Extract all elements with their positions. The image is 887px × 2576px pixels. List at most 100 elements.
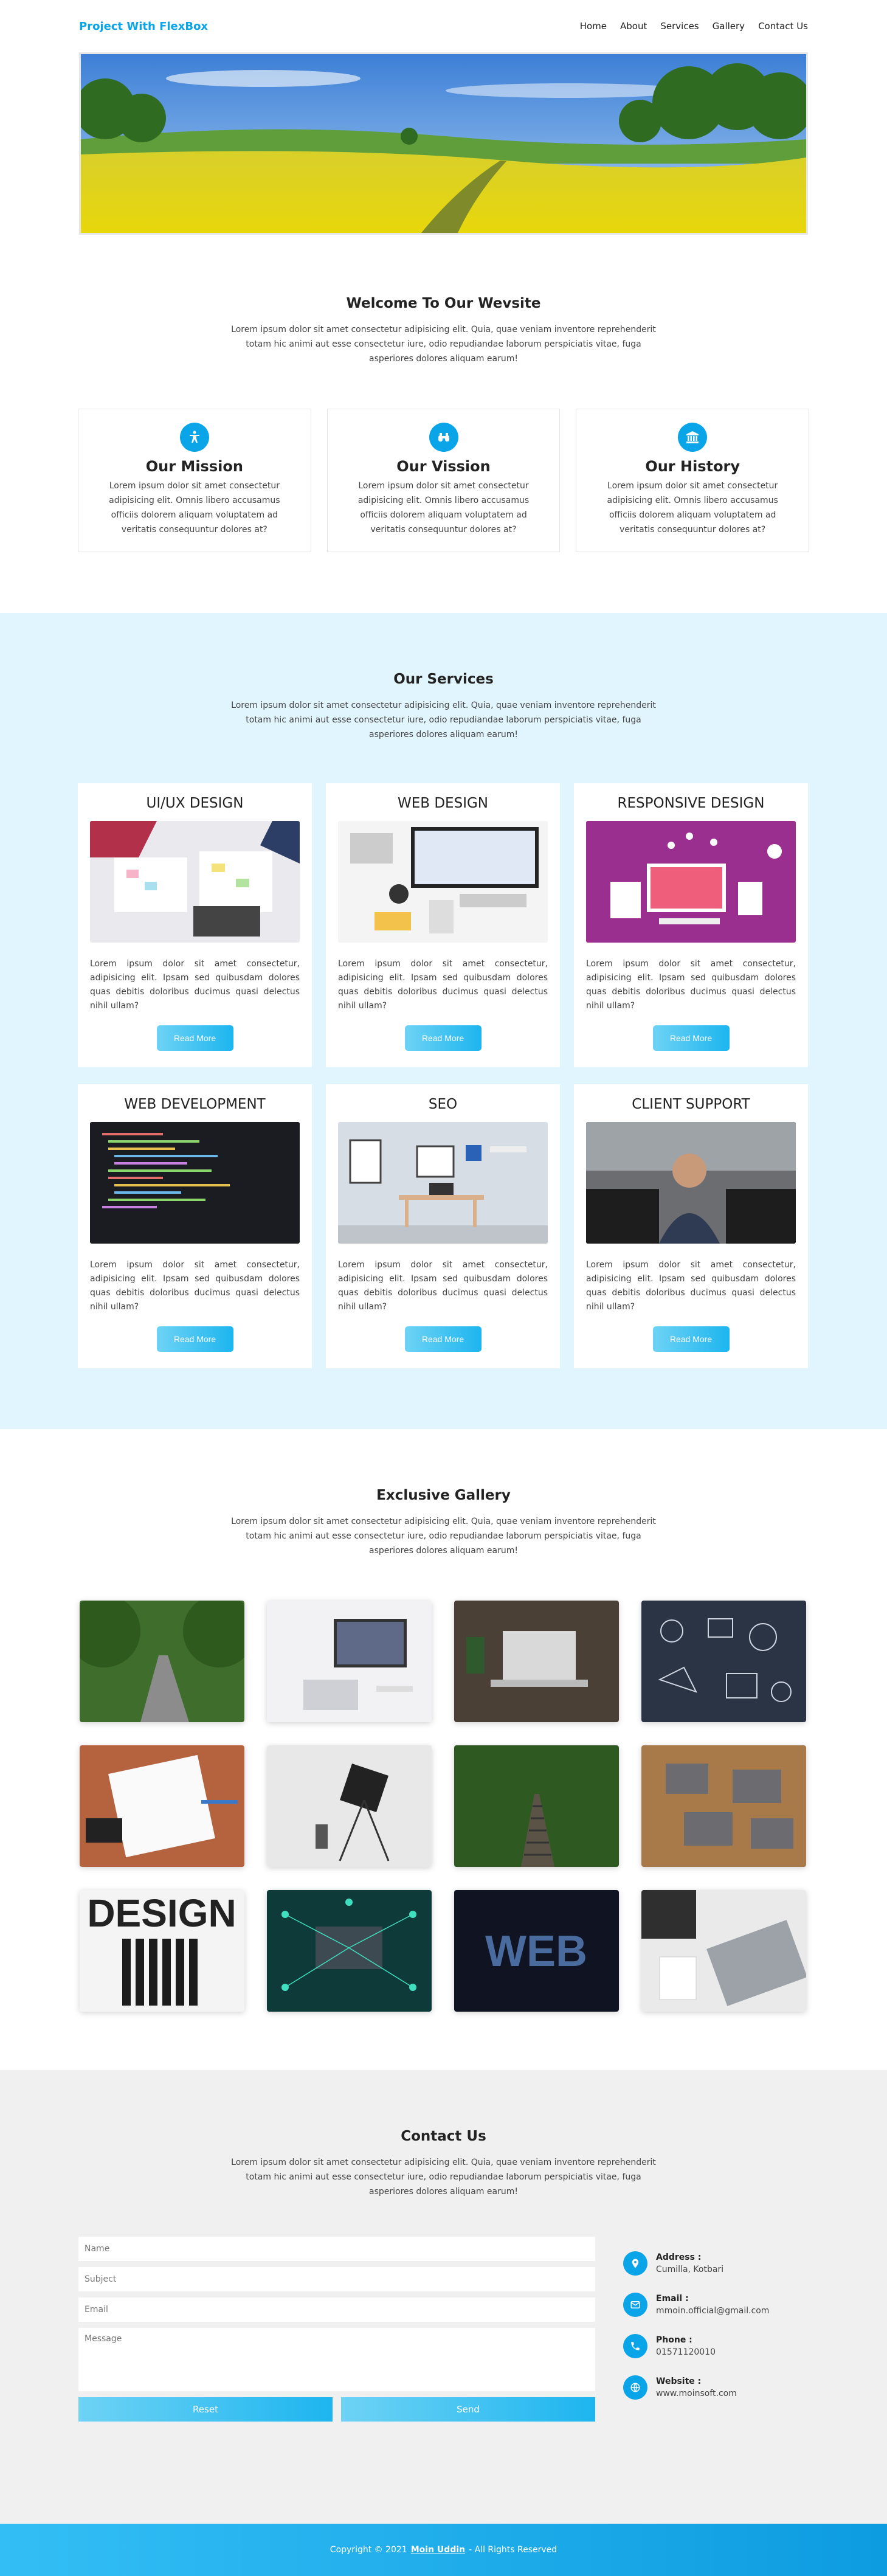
info-value[interactable]: 01571120010 — [656, 2347, 716, 2357]
gallery-image-web-text[interactable]: WEB — [454, 1890, 619, 2012]
brand-logo[interactable]: Project With FlexBox — [79, 20, 208, 33]
gallery-image-network[interactable] — [267, 1890, 432, 2012]
service-image-support — [586, 1122, 796, 1244]
info-website: Website : www.moinsoft.com — [623, 2367, 769, 2408]
gallery-image-sketchbook[interactable] — [80, 1745, 244, 1867]
info-value[interactable]: mmoin.official@gmail.com — [656, 2306, 769, 2316]
service-text: Lorem ipsum dolor sit amet consectetur, … — [90, 1260, 300, 1312]
nav-about[interactable]: About — [620, 21, 647, 32]
contact-form: Name Subject Email Message Reset Send — [78, 2237, 595, 2422]
info-label: Address : — [656, 2252, 702, 2262]
contact-text: Lorem ipsum dolor sit amet consectetur a… — [231, 2158, 656, 2197]
mission-card: Our Mission Lorem ipsum dolor sit amet c… — [78, 409, 311, 552]
info-label: Email : — [656, 2294, 689, 2304]
envelope-icon — [623, 2293, 647, 2317]
phone-icon — [623, 2334, 647, 2358]
info-value: Cumilla, Kotbari — [656, 2265, 724, 2274]
gallery-grid: DESIGN WEB — [0, 1601, 887, 2012]
nav-home[interactable]: Home — [580, 21, 607, 32]
vission-title: Our Vission — [396, 458, 491, 475]
copyright-prefix: Copyright © 2021 — [330, 2545, 407, 2555]
vission-text: Lorem ipsum dolor sit amet consectetur a… — [357, 481, 530, 535]
gallery-image-railway[interactable] — [454, 1745, 619, 1867]
history-card: Our History Lorem ipsum dolor sit amet c… — [576, 409, 810, 552]
info-value[interactable]: www.moinsoft.com — [656, 2389, 737, 2398]
gallery-section: Exclusive Gallery Lorem ipsum dolor sit … — [0, 1429, 887, 2070]
site-header: Project With FlexBox Home About Services… — [0, 0, 887, 52]
read-more-button[interactable]: Read More — [156, 1326, 233, 1352]
banner-image — [79, 52, 808, 235]
contact-section: Contact Us Lorem ipsum dolor sit amet co… — [0, 2070, 887, 2524]
vission-card: Our Vission Lorem ipsum dolor sit amet c… — [326, 409, 561, 552]
welcome-section: Welcome To Our Wevsite Lorem ipsum dolor… — [0, 235, 887, 552]
service-image-web-design — [338, 821, 548, 943]
nav-contact[interactable]: Contact Us — [758, 21, 808, 32]
gallery-image-design-pencils[interactable]: DESIGN — [80, 1890, 244, 2012]
service-title: CLIENT SUPPORT — [632, 1096, 750, 1112]
services-section: Our Services Lorem ipsum dolor sit amet … — [0, 613, 887, 1429]
service-image-web-dev — [90, 1122, 300, 1244]
author-link[interactable]: Moin Uddin — [411, 2545, 465, 2555]
gallery-image-team-laptops[interactable] — [641, 1745, 806, 1867]
about-cards: Our Mission Lorem ipsum dolor sit amet c… — [0, 409, 887, 552]
web-word-text: WEB — [485, 1927, 587, 1976]
read-more-button[interactable]: Read More — [156, 1025, 233, 1051]
service-title: SEO — [428, 1096, 458, 1112]
copyright-suffix: - All Rights Reserved — [469, 2545, 557, 2555]
subject-input[interactable]: Subject — [78, 2267, 595, 2291]
gallery-image-studio[interactable] — [267, 1745, 432, 1867]
welcome-text: Lorem ipsum dolor sit amet consectetur a… — [231, 325, 656, 364]
nav-gallery[interactable]: Gallery — [713, 21, 745, 32]
info-phone: Phone : 01571120010 — [623, 2325, 769, 2367]
service-image-uiux — [90, 821, 300, 943]
service-card-web-dev: WEB DEVELOPMENT Lorem ipsum dolor sit am… — [78, 1084, 312, 1368]
name-input[interactable]: Name — [78, 2237, 595, 2261]
service-card-uiux: UI/UX DESIGN Lorem ipsum dolor sit amet … — [78, 783, 312, 1067]
gallery-image-workspace[interactable] — [267, 1601, 432, 1722]
service-title: RESPONSIVE DESIGN — [617, 795, 765, 811]
service-text: Lorem ipsum dolor sit amet consectetur, … — [338, 1260, 548, 1312]
gallery-image-road[interactable] — [80, 1601, 244, 1722]
service-text: Lorem ipsum dolor sit amet consectetur, … — [338, 959, 548, 1011]
globe-icon — [623, 2375, 647, 2400]
gallery-title: Exclusive Gallery — [376, 1487, 511, 1503]
info-label: Phone : — [656, 2335, 692, 2345]
history-title: Our History — [645, 458, 740, 475]
service-text: Lorem ipsum dolor sit amet consectetur, … — [586, 959, 796, 1011]
binoculars-icon — [429, 423, 458, 452]
read-more-button[interactable]: Read More — [404, 1326, 481, 1352]
institution-icon — [678, 423, 708, 452]
welcome-title: Welcome To Our Wevsite — [346, 296, 541, 311]
gallery-image-laptop-desk[interactable] — [454, 1601, 619, 1722]
location-pin-icon — [623, 2251, 647, 2276]
service-card-seo: SEO Lorem ipsum dolor sit amet consectet… — [326, 1084, 560, 1368]
services-text: Lorem ipsum dolor sit amet consectetur a… — [231, 701, 656, 739]
site-footer: Copyright © 2021 Moin Uddin - All Rights… — [0, 2524, 887, 2576]
info-label: Website : — [656, 2377, 702, 2386]
service-text: Lorem ipsum dolor sit amet consectetur, … — [586, 1260, 796, 1312]
mission-title: Our Mission — [145, 458, 243, 475]
service-title: WEB DESIGN — [397, 795, 489, 811]
read-more-button[interactable]: Read More — [652, 1326, 730, 1352]
read-more-button[interactable]: Read More — [404, 1025, 481, 1051]
send-button[interactable]: Send — [341, 2397, 595, 2422]
service-text: Lorem ipsum dolor sit amet consectetur, … — [90, 959, 300, 1011]
nav-services[interactable]: Services — [660, 21, 699, 32]
accessibility-icon — [179, 423, 209, 452]
service-card-responsive: RESPONSIVE DESIGN Lorem ipsum dolor sit … — [574, 783, 808, 1067]
contact-info: Address : Cumilla, Kotbari Email : mmoin… — [623, 2243, 769, 2422]
mission-text: Lorem ipsum dolor sit amet consectetur a… — [109, 481, 280, 535]
message-textarea[interactable]: Message — [78, 2328, 595, 2391]
services-title: Our Services — [393, 671, 494, 687]
service-image-seo — [338, 1122, 548, 1244]
gallery-image-laptop-notebook[interactable] — [641, 1890, 806, 2012]
email-input[interactable]: Email — [78, 2297, 595, 2322]
info-email: Email : mmoin.official@gmail.com — [623, 2284, 769, 2325]
service-title: UI/UX DESIGN — [146, 795, 244, 811]
read-more-button[interactable]: Read More — [652, 1025, 730, 1051]
design-word-text: DESIGN — [87, 1891, 236, 1935]
service-card-web-design: WEB DESIGN Lorem ipsum dolor sit amet co… — [326, 783, 560, 1067]
gallery-image-doodles[interactable] — [641, 1601, 806, 1722]
service-image-responsive — [586, 821, 796, 943]
reset-button[interactable]: Reset — [78, 2397, 333, 2422]
